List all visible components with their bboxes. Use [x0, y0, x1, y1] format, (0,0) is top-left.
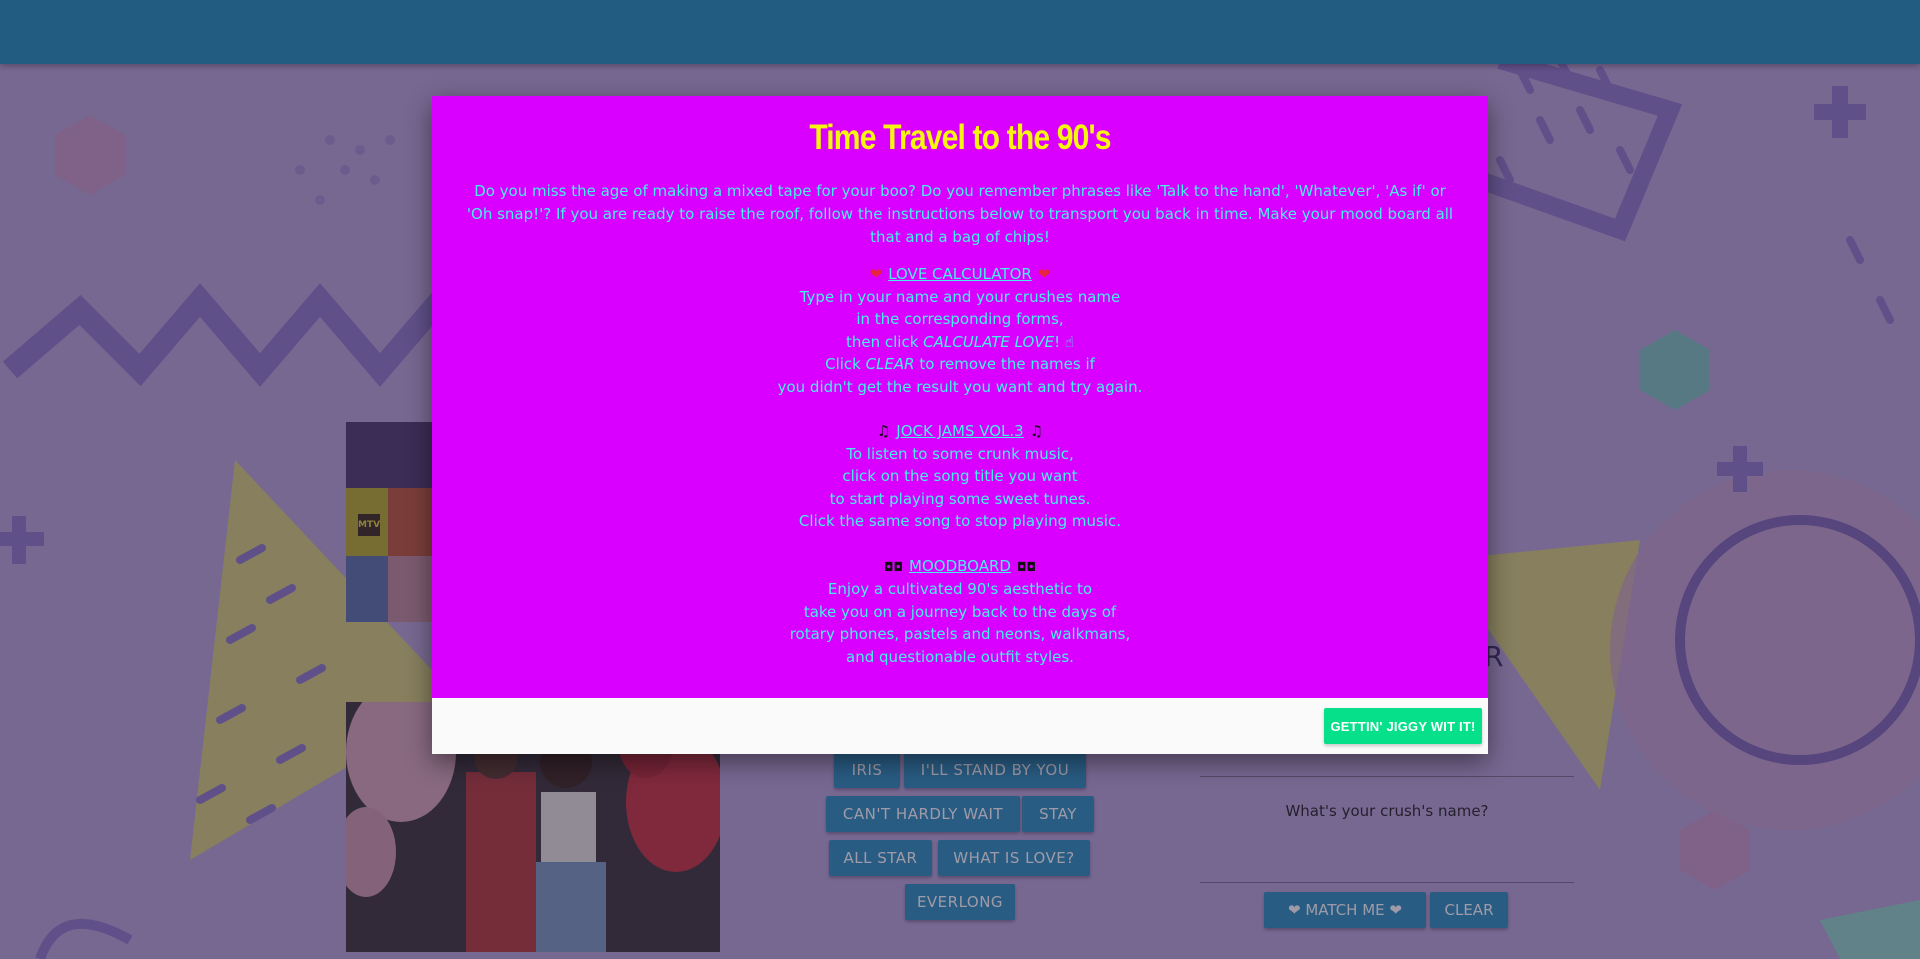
- love-calculator-instructions: ❤ LOVE CALCULATOR ❤ Type in your name and …: [432, 263, 1488, 398]
- moodboard-heading: ◘◘ MOODBOARD ◘◘: [878, 555, 1042, 579]
- instruction-line: Type in your name and your crushes name: [799, 287, 1121, 306]
- instruction-text: to remove the names if: [914, 355, 1095, 373]
- instruction-line: To listen to some crunk music,: [846, 444, 1074, 463]
- calculate-love-text: CALCULATE LOVE: [923, 332, 1055, 351]
- instruction-line: Click the same song to stop playing musi…: [798, 512, 1122, 530]
- instruction-line: rotary phones, pastels and neons, walkma…: [789, 625, 1131, 643]
- instruction-line: you didn't get the result you want and t…: [777, 377, 1143, 396]
- instruction-text: ! ☝: [1054, 332, 1075, 351]
- instruction-line: in the corresponding forms,: [856, 310, 1064, 328]
- instruction-line: and questionable outfit styles.: [846, 647, 1074, 666]
- modal-footer: GETTIN' JIGGY WIT IT!: [432, 698, 1488, 754]
- instruction-line: Enjoy a cultivated 90's aesthetic to: [827, 580, 1093, 598]
- music-note-icon: ♫: [1029, 422, 1044, 440]
- heart-icon: ❤: [1037, 265, 1051, 283]
- jock-jams-link[interactable]: JOCK JAMS VOL.3: [896, 422, 1023, 440]
- instructions-modal: Time Travel to the 90's Do you miss the …: [432, 96, 1488, 754]
- moodboard-instructions: ◘◘ MOODBOARD ◘◘ Enjoy a cultivated 90's ae…: [432, 555, 1488, 669]
- instruction-line: click on the song title you want: [842, 467, 1078, 485]
- sunglasses-icon: ◘◘: [1016, 559, 1036, 574]
- instruction-line: take you on a journey back to the days o…: [803, 602, 1117, 621]
- heart-icon: ❤: [869, 265, 883, 283]
- instruction-line: Click CLEAR to remove the names if: [432, 353, 1488, 376]
- gettin-jiggy-button[interactable]: GETTIN' JIGGY WIT IT!: [1324, 708, 1482, 744]
- clear-text: CLEAR: [865, 355, 915, 373]
- modal-intro: Do you miss the age of making a mixed ta…: [466, 182, 1454, 246]
- instruction-line: to start playing some sweet tunes.: [829, 489, 1091, 508]
- modal-title: Time Travel to the 90's: [809, 118, 1111, 157]
- love-calculator-link[interactable]: LOVE CALCULATOR: [888, 265, 1032, 283]
- love-calculator-heading: ❤ LOVE CALCULATOR ❤: [864, 263, 1057, 286]
- jock-jams-instructions: ♫ JOCK JAMS VOL.3 ♫ To listen to some crun…: [432, 420, 1488, 533]
- jock-jams-heading: ♫ JOCK JAMS VOL.3 ♫: [871, 420, 1049, 443]
- moodboard-link[interactable]: MOODBOARD: [909, 557, 1011, 575]
- instruction-text: Click: [825, 355, 866, 373]
- modal-content: Time Travel to the 90's Do you miss the …: [432, 96, 1488, 698]
- instruction-text: then click: [845, 332, 924, 351]
- sunglasses-icon: ◘◘: [884, 559, 904, 574]
- music-note-icon: ♫: [876, 422, 891, 440]
- instruction-line: then click CALCULATE LOVE! ☝: [432, 331, 1488, 354]
